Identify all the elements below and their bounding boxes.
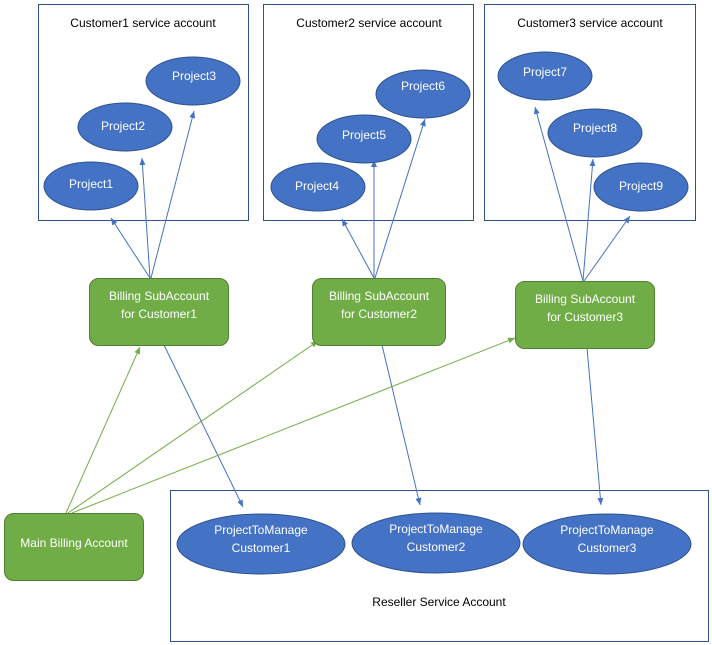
container-label: Customer3 service account [517,16,663,30]
project-label: Project9 [619,179,663,193]
project-label: Project5 [342,128,386,142]
project-node: Project1 [43,161,139,211]
node-label: Billing SubAccount [109,289,210,303]
node-label: for Customer2 [341,307,417,321]
node-label: Billing SubAccount [329,289,430,303]
project-label: Project2 [101,119,145,133]
container-label: Customer2 service account [296,16,442,30]
billing-diagram: Customer1 service account Customer2 serv… [4,4,709,642]
node-label: Customer3 [578,541,637,555]
project-label: Project8 [573,121,617,135]
node-label: ProjectToManage [389,522,483,536]
billing-subaccount-customer3: Billing SubAccount for Customer3 [515,281,655,349]
main-billing-account: Main Billing Account [4,513,144,581]
project-node: Project7 [497,51,593,101]
billing-subaccount-customer1: Billing SubAccount for Customer1 [89,278,229,346]
project-label: Project6 [401,79,445,93]
project-node: Project6 [375,69,471,119]
node-label: for Customer3 [547,310,623,324]
arrow [139,157,151,279]
project-label: Project3 [172,69,216,83]
billing-subaccount-customer2: Billing SubAccount for Customer2 [312,278,446,346]
node-label: Customer2 [407,540,466,554]
project-to-manage-customer1: ProjectToManage Customer1 [176,513,346,575]
container-label: Reseller Service Account [372,595,506,609]
project-node: Project2 [77,102,173,152]
project-node: Project4 [270,162,366,212]
node-label: Billing SubAccount [535,292,636,306]
project-node: Project9 [593,162,689,212]
node-label: ProjectToManage [214,523,308,537]
project-label: Project7 [523,65,567,79]
project-label: Project4 [295,179,339,193]
container-label: Customer1 service account [70,16,216,30]
arrow [381,344,422,506]
project-label: Project1 [69,177,113,191]
arrow [586,347,604,506]
node-label: for Customer1 [121,307,197,321]
arrow [583,215,631,282]
arrow [65,346,141,514]
arrow [71,337,516,514]
node-label: ProjectToManage [560,523,654,537]
project-to-manage-customer3: ProjectToManage Customer3 [522,513,692,575]
arrow [67,340,319,514]
arrow [341,218,375,279]
project-node: Project3 [145,56,241,106]
node-label: Customer1 [232,541,291,555]
node-label: Main Billing Account [20,536,128,550]
arrow [110,217,151,279]
project-to-manage-customer2: ProjectToManage Customer2 [351,512,521,574]
project-node: Project5 [316,114,412,164]
project-node: Project8 [547,108,643,158]
arrow [163,344,244,508]
